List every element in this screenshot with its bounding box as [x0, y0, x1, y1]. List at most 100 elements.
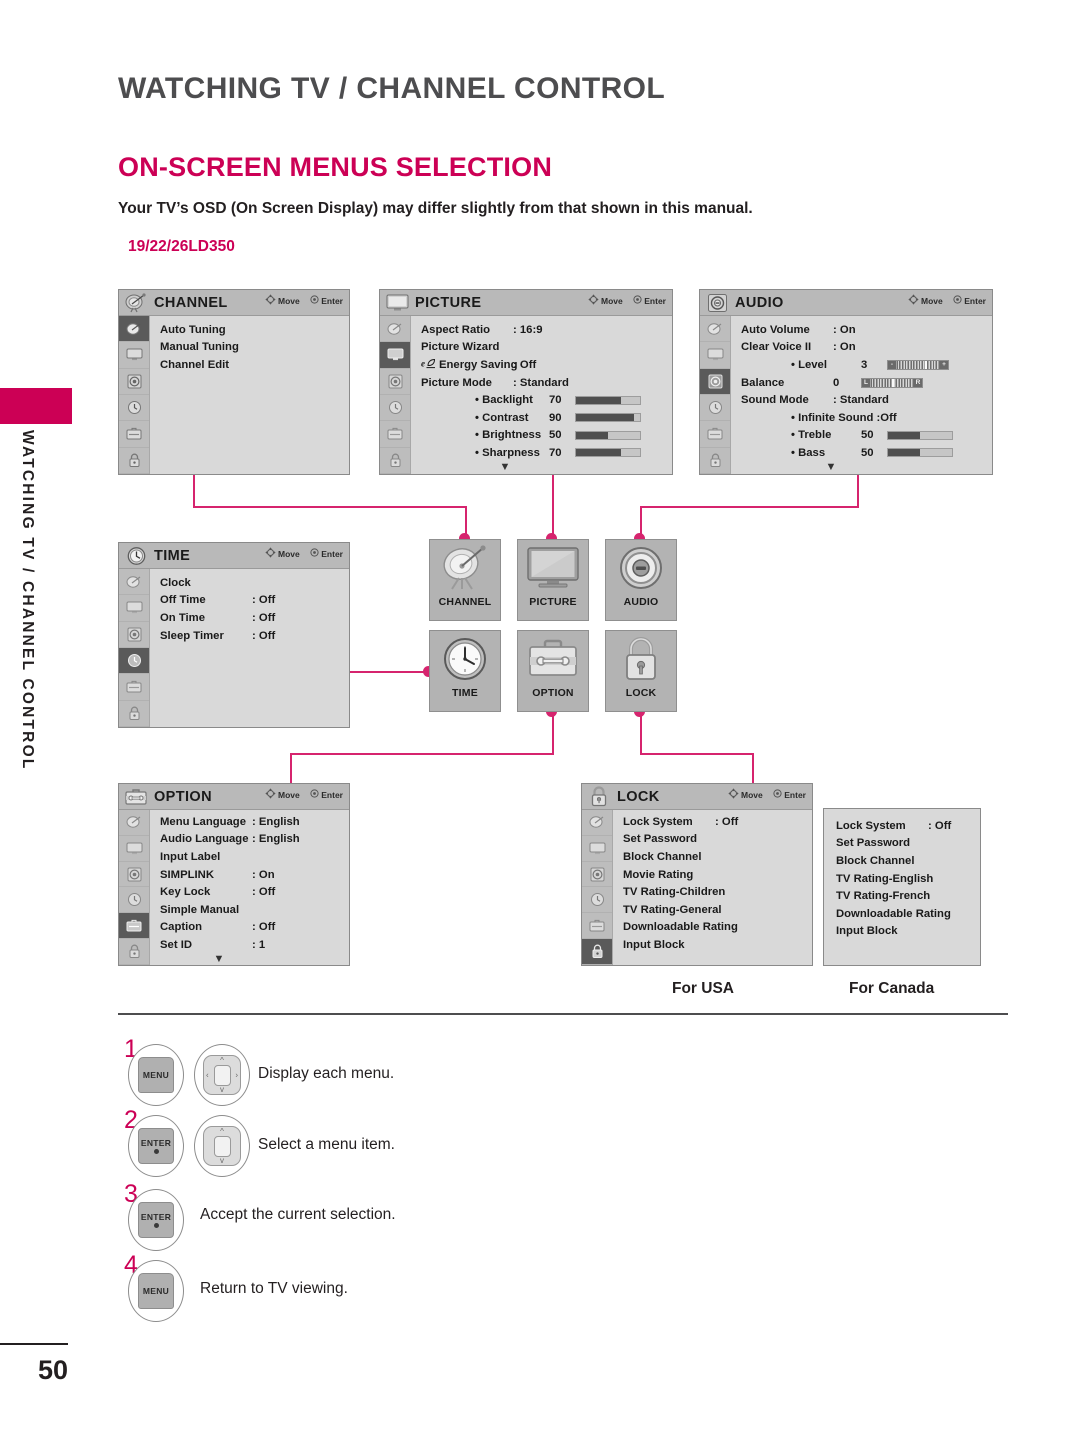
menu-key-button[interactable]: MENU: [128, 1260, 184, 1322]
menu-row[interactable]: Caption: Off: [160, 919, 349, 937]
menu-row[interactable]: SIMPLINK: On: [160, 866, 349, 884]
menu-slider-row[interactable]: • Brightness 50: [421, 427, 672, 445]
menu-row[interactable]: • Infinite Sound :Off: [741, 409, 992, 427]
rail-item-picture[interactable]: [119, 342, 149, 369]
menu-row[interactable]: Input Block: [623, 936, 812, 954]
level-slider[interactable]: - +: [887, 359, 949, 370]
menu-row[interactable]: TV Rating-General: [623, 901, 812, 919]
menu-row[interactable]: Auto Tuning: [160, 321, 349, 339]
rail-item-channel[interactable]: [119, 569, 149, 596]
rail-item-audio[interactable]: [119, 369, 149, 395]
menu-slider-row-balance[interactable]: Balance 0 L R: [741, 374, 992, 392]
menu-row[interactable]: TV Rating-French: [836, 887, 980, 905]
menu-row[interactable]: Input Label: [160, 848, 349, 866]
scroll-down-caret[interactable]: ▼: [160, 953, 278, 964]
menu-slider-row[interactable]: • Contrast 90: [421, 409, 672, 427]
menu-slider-row[interactable]: • Sharpness 70: [421, 444, 672, 462]
menu-row[interactable]: Clock: [160, 574, 349, 592]
rail-item-channel[interactable]: [119, 316, 149, 343]
menu-row[interactable]: e Energy Saving : Off: [421, 356, 672, 374]
menu-row[interactable]: TV Rating-Children: [623, 883, 812, 901]
menu-row[interactable]: TV Rating-English: [836, 870, 980, 888]
menu-row[interactable]: Picture Wizard: [421, 339, 672, 357]
rail-item-audio[interactable]: [119, 622, 149, 648]
menu-key-button[interactable]: MENU: [128, 1044, 184, 1106]
menu-row[interactable]: Downloadable Rating: [623, 919, 812, 937]
rail-item-audio[interactable]: [582, 862, 612, 888]
rail-item-time[interactable]: [582, 887, 612, 914]
slider-bar[interactable]: [575, 448, 641, 458]
scroll-down-caret[interactable]: ▼: [741, 461, 921, 472]
slider-bar[interactable]: [575, 430, 641, 440]
menu-icon-lock[interactable]: LOCK: [605, 630, 677, 712]
rail-item-option[interactable]: [119, 421, 149, 448]
menu-row[interactable]: Lock System: Off: [836, 817, 980, 835]
rail-item-time[interactable]: [700, 395, 730, 422]
menu-row[interactable]: Sound Mode : Standard: [741, 391, 992, 409]
menu-row[interactable]: Downloadable Rating: [836, 905, 980, 923]
rail-item-option[interactable]: [119, 913, 149, 940]
scroll-down-caret[interactable]: ▼: [421, 461, 589, 472]
menu-row[interactable]: Clear Voice II : On: [741, 339, 992, 357]
menu-row[interactable]: Lock System: Off: [623, 813, 812, 831]
rail-item-channel[interactable]: [119, 810, 149, 836]
rail-item-channel[interactable]: [380, 316, 410, 343]
menu-row[interactable]: Picture Mode : Standard: [421, 374, 672, 392]
rail-item-lock[interactable]: [119, 701, 149, 727]
rail-item-picture[interactable]: [582, 836, 612, 862]
slider-bar[interactable]: [575, 395, 641, 405]
menu-row[interactable]: Movie Rating: [623, 866, 812, 884]
rail-item-audio[interactable]: [380, 369, 410, 395]
rail-item-time[interactable]: [380, 395, 410, 422]
rail-item-channel[interactable]: [700, 316, 730, 343]
menu-row[interactable]: Auto Volume : On: [741, 321, 992, 339]
menu-icon-option[interactable]: OPTION: [517, 630, 589, 712]
menu-row[interactable]: Simple Manual: [160, 901, 349, 919]
menu-slider-row-level[interactable]: • Level 3 - +: [741, 356, 992, 374]
enter-key-button[interactable]: ENTER: [128, 1189, 184, 1251]
menu-row[interactable]: Block Channel: [836, 852, 980, 870]
menu-icon-audio[interactable]: AUDIO: [605, 539, 677, 621]
nav-pad-2way[interactable]: ^ v: [194, 1115, 250, 1177]
menu-row[interactable]: On Time: Off: [160, 609, 349, 627]
rail-item-option[interactable]: [119, 674, 149, 701]
slider-bar[interactable]: [575, 413, 641, 423]
rail-item-lock[interactable]: [119, 939, 149, 965]
menu-row[interactable]: Block Channel: [623, 848, 812, 866]
menu-row[interactable]: Set Password: [623, 831, 812, 849]
menu-row[interactable]: Set Password: [836, 835, 980, 853]
rail-item-lock[interactable]: [119, 448, 149, 474]
rail-item-time[interactable]: [119, 395, 149, 422]
menu-row[interactable]: Menu Language: English: [160, 813, 349, 831]
enter-key-button[interactable]: ENTER: [128, 1115, 184, 1177]
menu-icon-picture[interactable]: PICTURE: [517, 539, 589, 621]
slider-bar[interactable]: [887, 448, 953, 458]
rail-item-channel[interactable]: [582, 810, 612, 836]
rail-item-audio[interactable]: [119, 862, 149, 888]
slider-bar[interactable]: [887, 430, 953, 440]
menu-slider-row[interactable]: • Backlight 70: [421, 391, 672, 409]
rail-item-option[interactable]: [380, 421, 410, 448]
menu-slider-row[interactable]: • Bass 50: [741, 444, 992, 462]
menu-row[interactable]: Input Block: [836, 923, 980, 941]
menu-row[interactable]: Channel Edit: [160, 356, 349, 374]
menu-row[interactable]: Audio Language: English: [160, 831, 349, 849]
menu-row[interactable]: Aspect Ratio : 16:9: [421, 321, 672, 339]
rail-item-audio[interactable]: [700, 368, 730, 395]
menu-row[interactable]: Manual Tuning: [160, 339, 349, 357]
rail-item-option[interactable]: [582, 913, 612, 940]
menu-row[interactable]: Set ID: 1: [160, 936, 349, 954]
rail-item-time[interactable]: [119, 647, 149, 675]
rail-item-lock[interactable]: [700, 448, 730, 474]
rail-item-picture[interactable]: [700, 342, 730, 369]
rail-item-option[interactable]: [700, 421, 730, 448]
menu-slider-row[interactable]: • Treble 50: [741, 427, 992, 445]
rail-item-picture[interactable]: [119, 836, 149, 862]
rail-item-picture[interactable]: [380, 342, 410, 369]
menu-row[interactable]: Key Lock: Off: [160, 883, 349, 901]
rail-item-lock[interactable]: [582, 939, 612, 965]
menu-icon-channel[interactable]: CHANNEL: [429, 539, 501, 621]
balance-slider[interactable]: L R: [861, 377, 923, 388]
menu-icon-time[interactable]: TIME: [429, 630, 501, 712]
menu-row[interactable]: Sleep Timer: Off: [160, 627, 349, 645]
